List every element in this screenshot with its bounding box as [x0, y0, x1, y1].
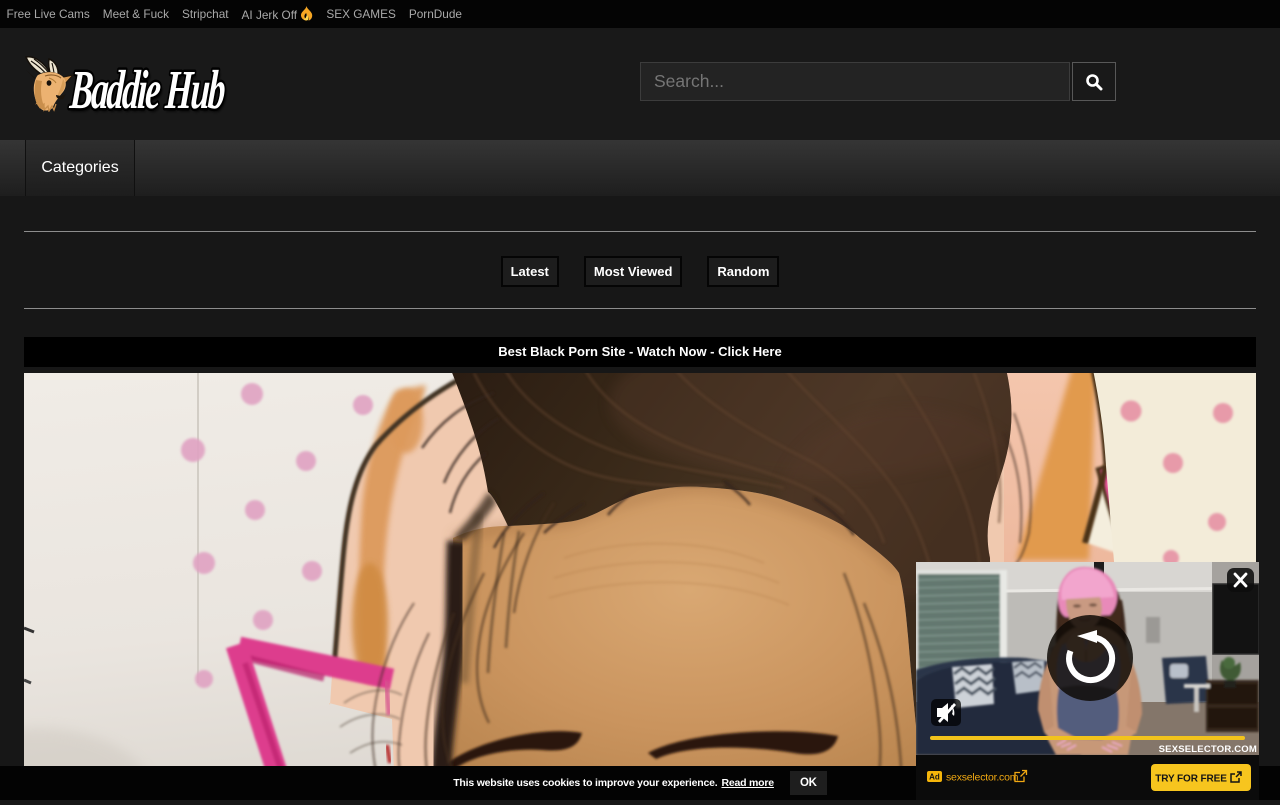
svg-text:sexselector.com: sexselector.com: [946, 772, 1019, 784]
svg-text:TRY FOR FREE: TRY FOR FREE: [1155, 774, 1227, 785]
svg-text:Baddie Hub: Baddie Hub: [68, 59, 227, 120]
svg-text:Ad: Ad: [929, 773, 940, 782]
svg-text:SEXSELECTOR.COM: SEXSELECTOR.COM: [1159, 744, 1257, 755]
